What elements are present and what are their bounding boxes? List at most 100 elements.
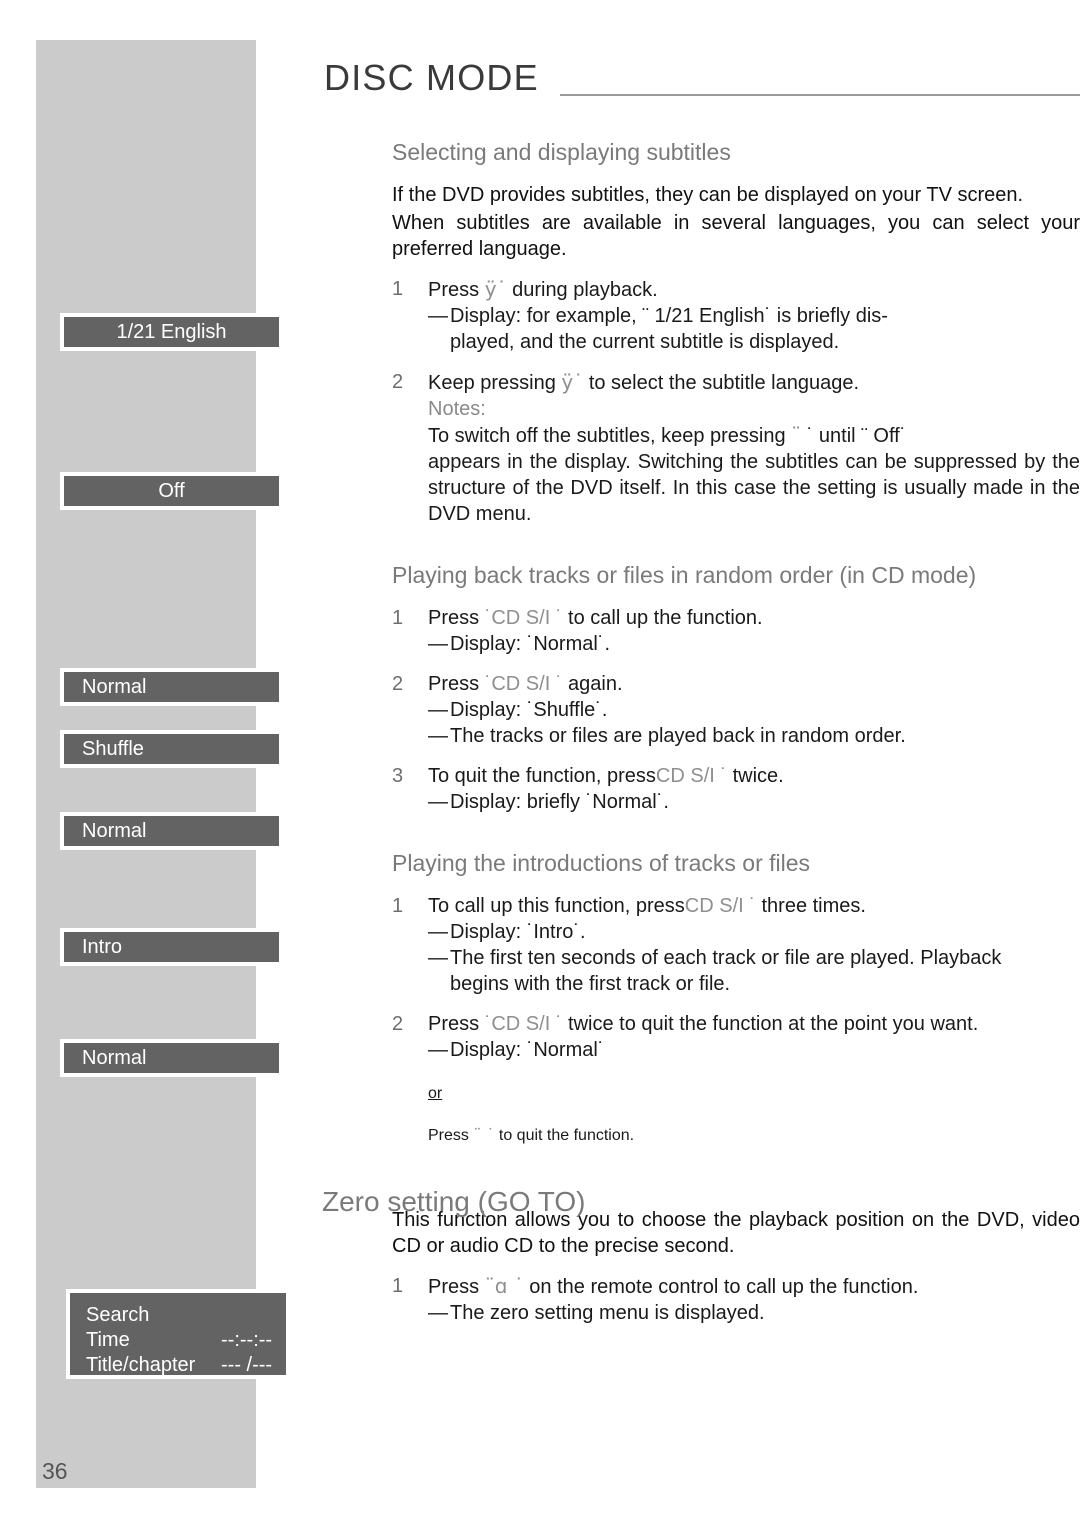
or-separator: or — [428, 1084, 443, 1102]
display-box-label: Normal — [82, 819, 147, 842]
step-suffix: to call up the function. — [562, 606, 763, 629]
notes-body-text: appears in the display. Switching the su… — [428, 450, 1080, 525]
button-glyph-icon: ¨ ˙ — [473, 1124, 495, 1144]
step-body: Press ˙CD S/I ˙ again. — Display: ˙Shuff… — [428, 671, 1080, 749]
step-number: 2 — [392, 672, 404, 695]
header-rule — [560, 94, 1080, 96]
sub-line-text: The tracks or files are played back in r… — [450, 724, 906, 747]
search-menu-row-time: Time --:--:-- — [86, 1328, 286, 1353]
step-body: Press ˙CD S/I ˙ to call up the function.… — [428, 605, 1080, 657]
press-label: To call up this function, press — [428, 894, 685, 917]
display-box-mode-normal-1: Normal — [60, 668, 283, 706]
step-sub-line: — Display: ˙Shuffle˙. — [428, 697, 1080, 723]
quit-suffix: to quit the function. — [494, 1126, 635, 1144]
press-label: Press — [428, 1126, 474, 1144]
intro-step-1: 1 To call up this function, pressCD S/I … — [392, 893, 1080, 997]
press-label: To quit the function, press — [428, 764, 656, 787]
goto-button-icon: ¨ɑ ˙ — [484, 1273, 524, 1298]
display-box-mode-intro: Intro — [60, 928, 283, 966]
dash-marker: — — [428, 632, 448, 655]
step-sub-line: — The zero setting menu is displayed. — [428, 1300, 1080, 1326]
page-number: 36 — [42, 1458, 68, 1484]
step-suffix: on the remote control to call up the fun… — [523, 1275, 919, 1298]
sub-line-text: Display: ˙Intro˙. — [450, 920, 586, 943]
search-menu-row-label: Title/chapter — [86, 1354, 196, 1376]
step-sub-line: — The first ten seconds of each track or… — [428, 945, 1080, 971]
button-glyph-icon: ÿ — [484, 276, 497, 301]
step-sub-line: — Display: ˙Normal˙. — [428, 631, 1080, 657]
display-box-mode-normal-2: Normal — [60, 812, 283, 850]
dash-spacer — [428, 329, 450, 355]
search-menu-row-value: --:--:-- — [221, 1329, 273, 1351]
step-instruction-line: To call up this function, pressCD S/I ˙ … — [428, 893, 1080, 919]
display-box-label: Normal — [82, 1046, 147, 1069]
cd-si-button-icon: ˙CD S/I ˙ — [484, 606, 563, 629]
step-instruction-line: To quit the function, pressCD S/I ˙ twic… — [428, 763, 1080, 789]
subtitles-step-1: 1 Press ÿ˙ during playback. — Display: f… — [392, 276, 1080, 355]
sub-line-text: The zero setting menu is displayed. — [450, 1301, 765, 1324]
notes-text-a: To switch off the subtitles, keep pressi… — [428, 424, 792, 447]
step-body: Press ¨ɑ ˙ on the remote control to call… — [428, 1273, 1080, 1326]
content-column: Selecting and displaying subtitles If th… — [392, 138, 1080, 1326]
cd-si-button-icon: CD S/I ˙ — [655, 764, 728, 787]
step-number: 1 — [392, 894, 404, 917]
step-number: 2 — [392, 1012, 404, 1035]
step-sub-line: — Display: for example, ¨ 1/21 English˙ … — [428, 303, 1080, 329]
press-label: Press — [428, 1012, 485, 1035]
dash-marker: — — [428, 920, 448, 943]
step-instruction-line: Press ¨ɑ ˙ on the remote control to call… — [428, 1273, 1080, 1300]
step-body: To quit the function, pressCD S/I ˙ twic… — [428, 763, 1080, 815]
button-glyph-icon: ÿ — [561, 369, 574, 394]
step-sub-line-continuation: begins with the first track or file. — [428, 971, 1080, 997]
step-number: 1 — [392, 606, 404, 629]
step-suffix: to select the subtitle language. — [583, 371, 860, 394]
search-menu-row-value: --- /--- — [221, 1354, 273, 1376]
step-sub-line: — The tracks or files are played back in… — [428, 723, 1080, 749]
dash-marker: — — [428, 1301, 448, 1324]
press-label: Press — [428, 606, 485, 629]
dash-marker: — — [428, 1038, 448, 1061]
press-label: Press — [428, 672, 485, 695]
notes-first-line: To switch off the subtitles, keep pressi… — [428, 422, 1080, 449]
sub-line-text: Display: ˙Normal˙. — [450, 632, 611, 655]
step-sub-line: — Display: ˙Normal˙ — [428, 1037, 1080, 1063]
sub-line-text: played, and the current subtitle is disp… — [450, 330, 840, 353]
dash-marker: — — [428, 790, 448, 813]
display-box-subtitle-off: Off — [60, 472, 283, 510]
cd-si-button-icon: ˙CD S/I ˙ — [484, 672, 563, 695]
press-label: Keep pressing — [428, 371, 562, 394]
subtitles-notes: Notes: To switch off the subtitles, keep… — [428, 396, 1080, 527]
dash-marker: — — [428, 724, 448, 747]
notes-label: Notes: — [428, 397, 486, 420]
step-body: To call up this function, pressCD S/I ˙ … — [428, 893, 1080, 997]
display-box-mode-shuffle: Shuffle — [60, 730, 283, 768]
subtitles-paragraph-1: If the DVD provides subtitles, they can … — [392, 183, 1024, 206]
step-suffix: twice to quit the function at the point … — [562, 1012, 979, 1035]
intro-quit-line: Press ¨ ˙ to quit the function. — [428, 1125, 1080, 1145]
sub-line-text: Display: ˙Shuffle˙. — [450, 698, 608, 721]
step-instruction-line: Keep pressing ÿ˙ to select the subtitle … — [428, 369, 1080, 396]
search-menu-title: Search — [86, 1304, 150, 1326]
step-instruction-line: Press ÿ˙ during playback. — [428, 276, 1080, 303]
display-box-search-menu: Search Time --:--:-- Title/chapter --- /… — [66, 1289, 290, 1379]
step-sub-line: — Display: ˙Intro˙. — [428, 919, 1080, 945]
random-step-1: 1 Press ˙CD S/I ˙ to call up the functio… — [392, 605, 1080, 657]
step-instruction-line: Press ˙CD S/I ˙ to call up the function. — [428, 605, 1080, 631]
intro-or-block: or — [428, 1085, 1080, 1103]
step-body: Press ˙CD S/I ˙ twice to quit the functi… — [428, 1011, 1080, 1063]
step-suffix: again. — [562, 672, 623, 695]
display-box-label: Normal — [82, 675, 147, 698]
step-sub-line-continuation: played, and the current subtitle is disp… — [428, 329, 1080, 355]
step-suffix: twice. — [727, 764, 784, 787]
step-number: 1 — [392, 1274, 404, 1297]
search-menu-title-row: Search — [86, 1303, 286, 1328]
major-heading-zero-setting: Zero setting (GO TO) — [322, 1186, 586, 1217]
dash-marker: — — [428, 304, 448, 327]
step-body: Keep pressing ÿ˙ to select the subtitle … — [428, 369, 1080, 396]
sub-line-text: Display: for example, ¨ 1/21 English˙ is… — [450, 304, 888, 327]
step-instruction-line: Press ˙CD S/I ˙ again. — [428, 671, 1080, 697]
intro-step-2: 2 Press ˙CD S/I ˙ twice to quit the func… — [392, 1011, 1080, 1063]
search-menu-row-label: Time — [86, 1329, 130, 1351]
display-box-label: 1/21 English — [116, 320, 227, 343]
